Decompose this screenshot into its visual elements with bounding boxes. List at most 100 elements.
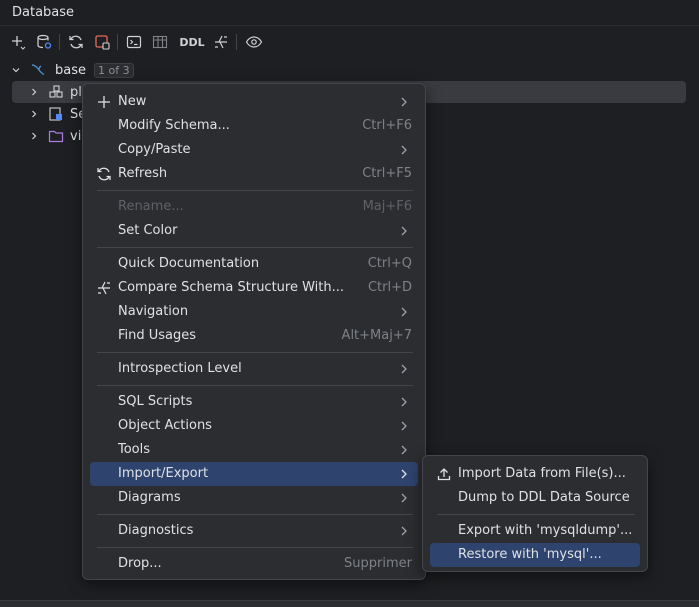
submenu-item-import-data[interactable]: Import Data from File(s)... <box>430 462 640 486</box>
menu-shortcut: Ctrl+F5 <box>362 166 412 181</box>
menu-shortcut: Alt+Maj+7 <box>341 328 412 343</box>
toolbar-separator <box>117 34 118 50</box>
menu-item-refresh[interactable]: Refresh Ctrl+F5 <box>90 162 418 186</box>
menu-label: Copy/Paste <box>118 142 191 157</box>
menu-separator <box>97 352 413 353</box>
eye-icon[interactable] <box>243 31 265 53</box>
add-icon[interactable] <box>7 31 29 53</box>
submenu-item-restore-mysql[interactable]: Restore with 'mysql'... <box>430 543 640 567</box>
menu-separator <box>97 514 413 515</box>
tree-item-label: vi <box>70 128 82 144</box>
upload-icon <box>436 466 452 482</box>
stop-icon[interactable] <box>91 31 113 53</box>
menu-item-modify-schema[interactable]: Modify Schema... Ctrl+F6 <box>90 114 418 138</box>
menu-label: Diagnostics <box>118 523 194 538</box>
context-menu: New Modify Schema... Ctrl+F6 Copy/Paste … <box>82 83 426 580</box>
folder-icon <box>48 128 64 144</box>
menu-item-import-export[interactable]: Import/Export <box>90 462 418 486</box>
database-toolbar: DDL <box>0 28 699 56</box>
tree-item-label: pl <box>70 84 82 100</box>
chevron-down-icon[interactable] <box>8 62 24 78</box>
menu-separator <box>97 247 413 248</box>
refresh-icon <box>96 166 112 182</box>
menu-item-drop[interactable]: Drop... Supprimer <box>90 552 418 576</box>
chevron-right-icon <box>398 396 410 408</box>
table-icon[interactable] <box>149 31 171 53</box>
menu-label: Rename... <box>118 199 184 214</box>
menu-label: Modify Schema... <box>118 118 230 133</box>
menu-label: Restore with 'mysql'... <box>458 547 602 562</box>
chevron-right-icon <box>398 525 410 537</box>
toolbar-separator <box>236 34 237 50</box>
tree-root-label: base <box>55 62 86 78</box>
chevron-right-icon <box>398 144 410 156</box>
submenu-item-export-mysqldump[interactable]: Export with 'mysqldump'... <box>430 519 640 543</box>
chevron-right-icon <box>398 468 410 480</box>
menu-label: Set Color <box>118 223 178 238</box>
import-export-submenu: Import Data from File(s)... Dump to DDL … <box>422 455 648 572</box>
menu-label: Introspection Level <box>118 361 242 376</box>
refresh-icon[interactable] <box>65 31 87 53</box>
ddl-label: DDL <box>179 35 205 49</box>
menu-label: Refresh <box>118 166 168 181</box>
menu-label: Compare Schema Structure With... <box>118 280 345 295</box>
menu-item-object-actions[interactable]: Object Actions <box>90 414 418 438</box>
menu-shortcut: Supprimer <box>344 556 412 571</box>
menu-item-rename: Rename... Maj+F6 <box>90 195 418 219</box>
menu-item-compare-schema[interactable]: Compare Schema Structure With... Ctrl+D <box>90 276 418 300</box>
menu-separator <box>97 547 413 548</box>
compare-icon[interactable] <box>210 31 232 53</box>
schema-count-badge: 1 of 3 <box>94 62 134 78</box>
submenu-item-dump-ddl[interactable]: Dump to DDL Data Source <box>430 486 640 510</box>
server-objects-icon <box>48 106 64 122</box>
menu-shortcut: Maj+F6 <box>362 199 412 214</box>
toolbar-separator <box>59 34 60 50</box>
menu-item-find-usages[interactable]: Find Usages Alt+Maj+7 <box>90 324 418 348</box>
chevron-right-icon <box>398 96 410 108</box>
chevron-right-icon <box>398 492 410 504</box>
tree-root-row[interactable]: base 1 of 3 <box>8 59 408 81</box>
menu-item-tools[interactable]: Tools <box>90 438 418 462</box>
menu-label: Quick Documentation <box>118 256 260 271</box>
menu-label: Import/Export <box>118 466 209 481</box>
menu-item-sql-scripts[interactable]: SQL Scripts <box>90 390 418 414</box>
menu-label: Drop... <box>118 556 162 571</box>
menu-item-diagrams[interactable]: Diagrams <box>90 486 418 510</box>
menu-label: Diagrams <box>118 490 181 505</box>
menu-shortcut: Ctrl+Q <box>367 256 412 271</box>
menu-label: Navigation <box>118 304 189 319</box>
menu-shortcut: Ctrl+D <box>367 280 412 295</box>
menu-label: New <box>118 94 147 109</box>
menu-separator <box>437 514 635 515</box>
menu-item-navigation[interactable]: Navigation <box>90 300 418 324</box>
menu-label: Tools <box>118 442 151 457</box>
ddl-button[interactable]: DDL <box>178 31 206 53</box>
console-icon[interactable] <box>123 31 145 53</box>
chevron-right-icon[interactable] <box>26 106 42 122</box>
menu-item-set-color[interactable]: Set Color <box>90 219 418 243</box>
menu-item-diagnostics[interactable]: Diagnostics <box>90 519 418 543</box>
panel-title: Database <box>0 0 699 26</box>
menu-item-new[interactable]: New <box>90 90 418 114</box>
menu-separator <box>97 190 413 191</box>
mysql-dolphin-icon <box>28 62 48 78</box>
menu-item-quick-documentation[interactable]: Quick Documentation Ctrl+Q <box>90 252 418 276</box>
menu-shortcut: Ctrl+F6 <box>362 118 412 133</box>
menu-item-introspection-level[interactable]: Introspection Level <box>90 357 418 381</box>
menu-label: Find Usages <box>118 328 197 343</box>
chevron-right-icon <box>398 225 410 237</box>
menu-label: Dump to DDL Data Source <box>458 490 630 505</box>
menu-label: SQL Scripts <box>118 394 193 409</box>
chevron-right-icon <box>398 306 410 318</box>
bottom-scrollbar[interactable] <box>0 600 699 607</box>
data-source-properties-icon[interactable] <box>33 31 55 53</box>
menu-label: Import Data from File(s)... <box>458 466 626 481</box>
compare-icon <box>96 280 112 296</box>
chevron-right-icon <box>398 420 410 432</box>
chevron-right-icon[interactable] <box>26 128 42 144</box>
menu-label: Object Actions <box>118 418 212 433</box>
schema-icon <box>48 84 64 100</box>
menu-item-copy-paste[interactable]: Copy/Paste <box>90 138 418 162</box>
chevron-right-icon <box>398 444 410 456</box>
chevron-right-icon[interactable] <box>26 84 42 100</box>
